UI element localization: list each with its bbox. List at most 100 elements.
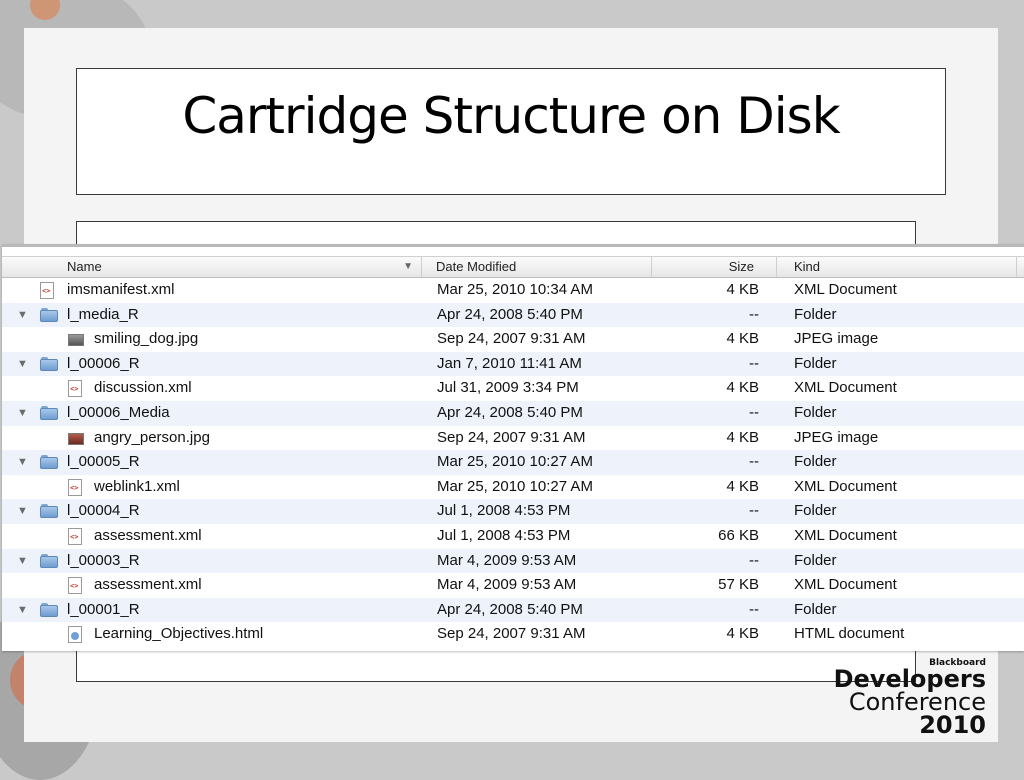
column-header-date-label: Date Modified (436, 259, 517, 274)
file-kind: Folder (794, 502, 837, 520)
date-modified: Jul 1, 2008 4:53 PM (437, 502, 571, 520)
column-header-size[interactable]: Size (652, 257, 777, 277)
column-header-row: Name ▼ Date Modified Size Kind (2, 256, 1024, 278)
file-name: l_00004_R (67, 502, 140, 520)
file-size: -- (749, 551, 759, 569)
file-name: l_00005_R (67, 453, 140, 471)
folder-row[interactable]: ▼ l_00006_R Jan 7, 2010 11:41 AM -- Folder (2, 351, 1024, 377)
date-modified: Jan 7, 2010 11:41 AM (437, 354, 582, 372)
column-header-kind[interactable]: Kind (777, 257, 1017, 277)
folder-icon (40, 504, 58, 519)
disclosure-triangle-icon[interactable]: ▼ (17, 303, 28, 328)
file-name: discussion.xml (94, 379, 192, 397)
folder-row[interactable]: ▼ l_00006_Media Apr 24, 2008 5:40 PM -- Fold… (2, 400, 1024, 426)
folder-icon (40, 602, 58, 618)
date-modified: Mar 4, 2009 9:53 AM (437, 551, 577, 569)
slide-title: Cartridge Structure on Disk (182, 87, 840, 145)
folder-icon (40, 307, 58, 323)
file-name: imsmanifest.xml (67, 281, 175, 298)
disclosure-triangle-icon[interactable]: ▼ (17, 352, 28, 377)
file-name: l_00006_R (67, 354, 140, 372)
file-size: 4 KB (726, 379, 759, 397)
file-name: l_media_R (67, 305, 139, 323)
folder-row[interactable]: ▼ l_00004_R Jul 1, 2008 4:53 PM -- Folder (2, 499, 1024, 524)
file-row[interactable]: <> assessment.xml Jul 1, 2008 4:53 PM 66 KB… (2, 524, 1024, 549)
date-modified: Apr 24, 2008 5:40 PM (437, 600, 583, 618)
file-name: l_00006_Media (67, 403, 170, 421)
date-modified: Sep 24, 2007 9:31 AM (437, 625, 586, 643)
xml-file-icon: <> (68, 478, 82, 496)
xml-file-icon: <> (68, 577, 82, 595)
date-modified: Jul 31, 2009 3:34 PM (437, 379, 579, 397)
column-header-name-label: Name (67, 259, 102, 274)
date-modified: Sep 24, 2007 9:31 AM (437, 330, 586, 348)
file-kind: JPEG image (794, 330, 879, 348)
file-size: -- (749, 354, 759, 372)
file-size: 4 KB (726, 330, 759, 348)
column-header-size-label: Size (728, 259, 754, 274)
file-size: 66 KB (718, 526, 759, 544)
logo-line-3: 2010 (919, 711, 986, 739)
xml-file-icon: <> (68, 380, 82, 398)
file-size: 57 KB (718, 576, 759, 594)
folder-row[interactable]: ▼ l_00005_R Mar 25, 2010 10:27 AM -- Folder (2, 450, 1024, 475)
folder-row[interactable]: ▼ l_00003_R Mar 4, 2009 9:53 AM -- Folder (2, 548, 1024, 574)
file-kind: Folder (794, 600, 837, 618)
file-kind: HTML document (794, 625, 905, 643)
file-row[interactable]: <> assessment.xml Mar 4, 2009 9:53 AM 57 KB… (2, 573, 1024, 598)
disclosure-triangle-icon[interactable]: ▼ (17, 549, 28, 574)
date-modified: Mar 25, 2010 10:27 AM (437, 477, 593, 495)
disclosure-triangle-icon[interactable]: ▼ (17, 401, 28, 426)
file-size: 4 KB (726, 281, 759, 298)
file-name: smiling_dog.jpg (94, 330, 199, 348)
date-modified: Apr 24, 2008 5:40 PM (437, 403, 583, 421)
file-kind: Folder (794, 551, 837, 569)
file-name: angry_person.jpg (94, 428, 210, 446)
file-row[interactable]: Learning_Objectives.html Sep 24, 2007 9:3… (2, 622, 1024, 647)
file-size: 4 KB (726, 625, 759, 643)
file-size: -- (749, 502, 759, 520)
logo-line-1: Developers (833, 665, 986, 693)
file-kind: XML Document (794, 379, 897, 397)
folder-row[interactable]: ▼ l_00001_R Apr 24, 2008 5:40 PM -- Folder (2, 597, 1024, 623)
file-size: -- (749, 403, 759, 421)
date-modified: Apr 24, 2008 5:40 PM (437, 305, 583, 323)
file-name: weblink1.xml (94, 477, 180, 495)
file-size: 4 KB (726, 428, 759, 446)
file-row[interactable]: <> weblink1.xml Mar 25, 2010 10:27 AM 4 KB X… (2, 475, 1024, 500)
file-name: assessment.xml (94, 576, 202, 594)
date-modified: Mar 25, 2010 10:27 AM (437, 453, 593, 471)
file-kind: XML Document (794, 526, 897, 544)
file-kind: Folder (794, 453, 837, 471)
column-header-kind-label: Kind (794, 259, 821, 274)
file-kind: Folder (794, 354, 837, 372)
file-name: l_00003_R (67, 551, 140, 569)
file-row[interactable]: <> discussion.xml Jul 31, 2009 3:34 PM 4 KB… (2, 376, 1024, 401)
xml-file-icon: <> (68, 527, 82, 545)
file-kind: JPEG image (794, 428, 879, 446)
disclosure-triangle-icon[interactable]: ▼ (17, 499, 28, 524)
conference-logo: Blackboard Developers Conference 2010 (833, 658, 986, 739)
file-row[interactable]: <> imsmanifest.xml Mar 25, 2010 10:34 AM 4 … (2, 278, 1024, 303)
file-size: 4 KB (726, 477, 759, 495)
html-file-icon (68, 626, 82, 644)
finder-list-view: Name ▼ Date Modified Size Kind <> imsmani… (2, 244, 1024, 651)
column-header-date[interactable]: Date Modified (422, 257, 652, 277)
file-row[interactable]: smiling_dog.jpg Sep 24, 2007 9:31 AM 4 KB J… (2, 327, 1024, 352)
file-row[interactable]: angry_person.jpg Sep 24, 2007 9:31 AM 4 KB… (2, 426, 1024, 451)
sort-descending-icon: ▼ (403, 261, 413, 272)
image-file-icon (68, 432, 84, 445)
file-kind: Folder (794, 305, 837, 323)
file-kind: XML Document (794, 576, 897, 594)
file-kind: XML Document (794, 477, 897, 495)
title-placeholder: Cartridge Structure on Disk (76, 68, 946, 195)
date-modified: Mar 4, 2009 9:53 AM (437, 576, 577, 594)
date-modified: Jul 1, 2008 4:53 PM (437, 526, 571, 544)
file-kind: XML Document (794, 281, 897, 298)
disclosure-triangle-icon[interactable]: ▼ (17, 598, 28, 623)
date-modified: Mar 25, 2010 10:34 AM (437, 281, 593, 298)
folder-row[interactable]: ▼ l_media_R Apr 24, 2008 5:40 PM -- Folder (2, 302, 1024, 328)
column-header-name[interactable]: Name ▼ (2, 257, 422, 277)
folder-icon (40, 553, 58, 569)
disclosure-triangle-icon[interactable]: ▼ (17, 450, 28, 475)
